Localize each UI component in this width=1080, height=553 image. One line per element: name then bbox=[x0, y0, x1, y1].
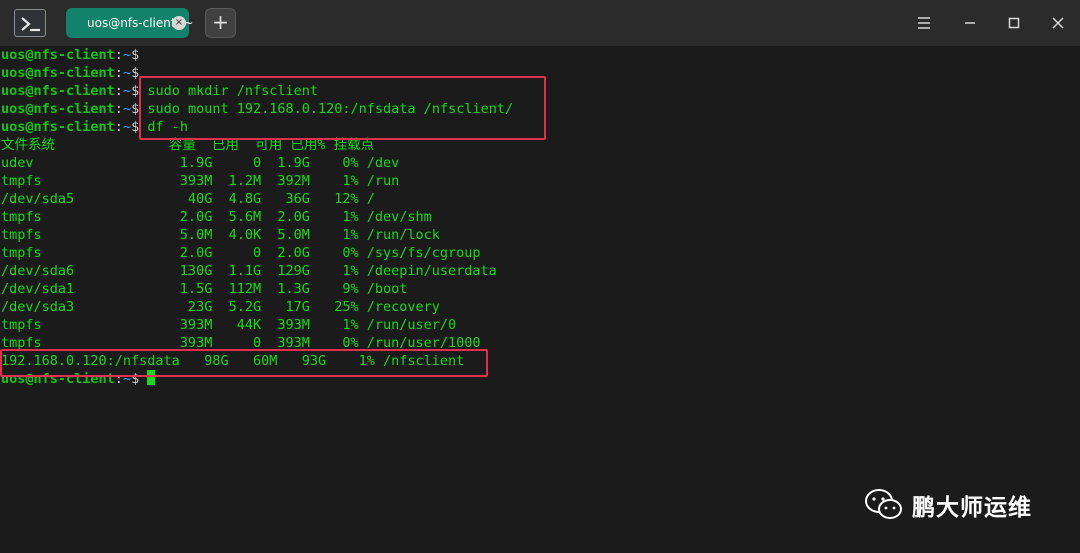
df-row: tmpfs 393M 1.2M 392M 1% /run bbox=[1, 173, 400, 189]
df-row: /dev/sda6 130G 1.1G 129G 1% /deepin/user… bbox=[1, 263, 497, 279]
nfs-mount-highlight-box bbox=[0, 349, 488, 377]
df-row: tmpfs 2.0G 5.6M 2.0G 1% /dev/shm bbox=[1, 209, 432, 225]
wechat-icon bbox=[865, 489, 902, 519]
terminal-app-icon[interactable] bbox=[14, 9, 46, 37]
df-row: udev 1.9G 0 1.9G 0% /dev bbox=[1, 155, 400, 171]
prompt-user-host: uos@nfs-client bbox=[1, 65, 115, 81]
terminal-prompt-icon bbox=[21, 17, 40, 32]
prompt-path: ~ bbox=[122, 65, 132, 81]
commands-highlight-box bbox=[139, 76, 546, 140]
close-icon[interactable] bbox=[1048, 13, 1068, 33]
tab-close-icon[interactable]: × bbox=[172, 16, 186, 30]
df-row: tmpfs 393M 44K 393M 1% /run/user/0 bbox=[1, 317, 457, 333]
maximize-icon[interactable] bbox=[1004, 13, 1024, 33]
df-row: /dev/sda1 1.5G 112M 1.3G 9% /boot bbox=[1, 281, 408, 297]
prompt-path: ~ bbox=[122, 47, 132, 63]
prompt-user-host: uos@nfs-client bbox=[1, 101, 115, 117]
menu-icon[interactable] bbox=[914, 13, 934, 33]
minimize-icon[interactable] bbox=[960, 13, 980, 33]
prompt-user-host: uos@nfs-client bbox=[1, 83, 115, 99]
watermark: 鹏大师运维 bbox=[864, 487, 1032, 523]
df-row: /dev/sda5 40G 4.8G 36G 12% / bbox=[1, 191, 375, 207]
prompt-path: ~ bbox=[122, 83, 132, 99]
prompt-user-host: uos@nfs-client bbox=[1, 47, 115, 63]
watermark-text: 鹏大师运维 bbox=[912, 495, 1032, 521]
prompt-user-host: uos@nfs-client bbox=[1, 119, 115, 135]
tab-terminal[interactable]: uos@nfs-client: ~ × bbox=[66, 8, 193, 38]
df-row: /dev/sda3 23G 5.2G 17G 25% /recovery bbox=[1, 299, 440, 315]
new-tab-button[interactable]: + bbox=[205, 8, 236, 38]
prompt-path: ~ bbox=[122, 101, 132, 117]
title-bar: uos@nfs-client: ~ × + bbox=[0, 0, 1080, 46]
prompt-path: ~ bbox=[122, 119, 132, 135]
prompt-sign: $ bbox=[131, 47, 148, 63]
df-row: tmpfs 2.0G 0 2.0G 0% /sys/fs/cgroup bbox=[1, 245, 481, 261]
df-row: tmpfs 5.0M 4.0K 5.0M 1% /run/lock bbox=[1, 227, 440, 243]
prompt-line: uos@nfs-client:~$ bbox=[1, 47, 148, 63]
